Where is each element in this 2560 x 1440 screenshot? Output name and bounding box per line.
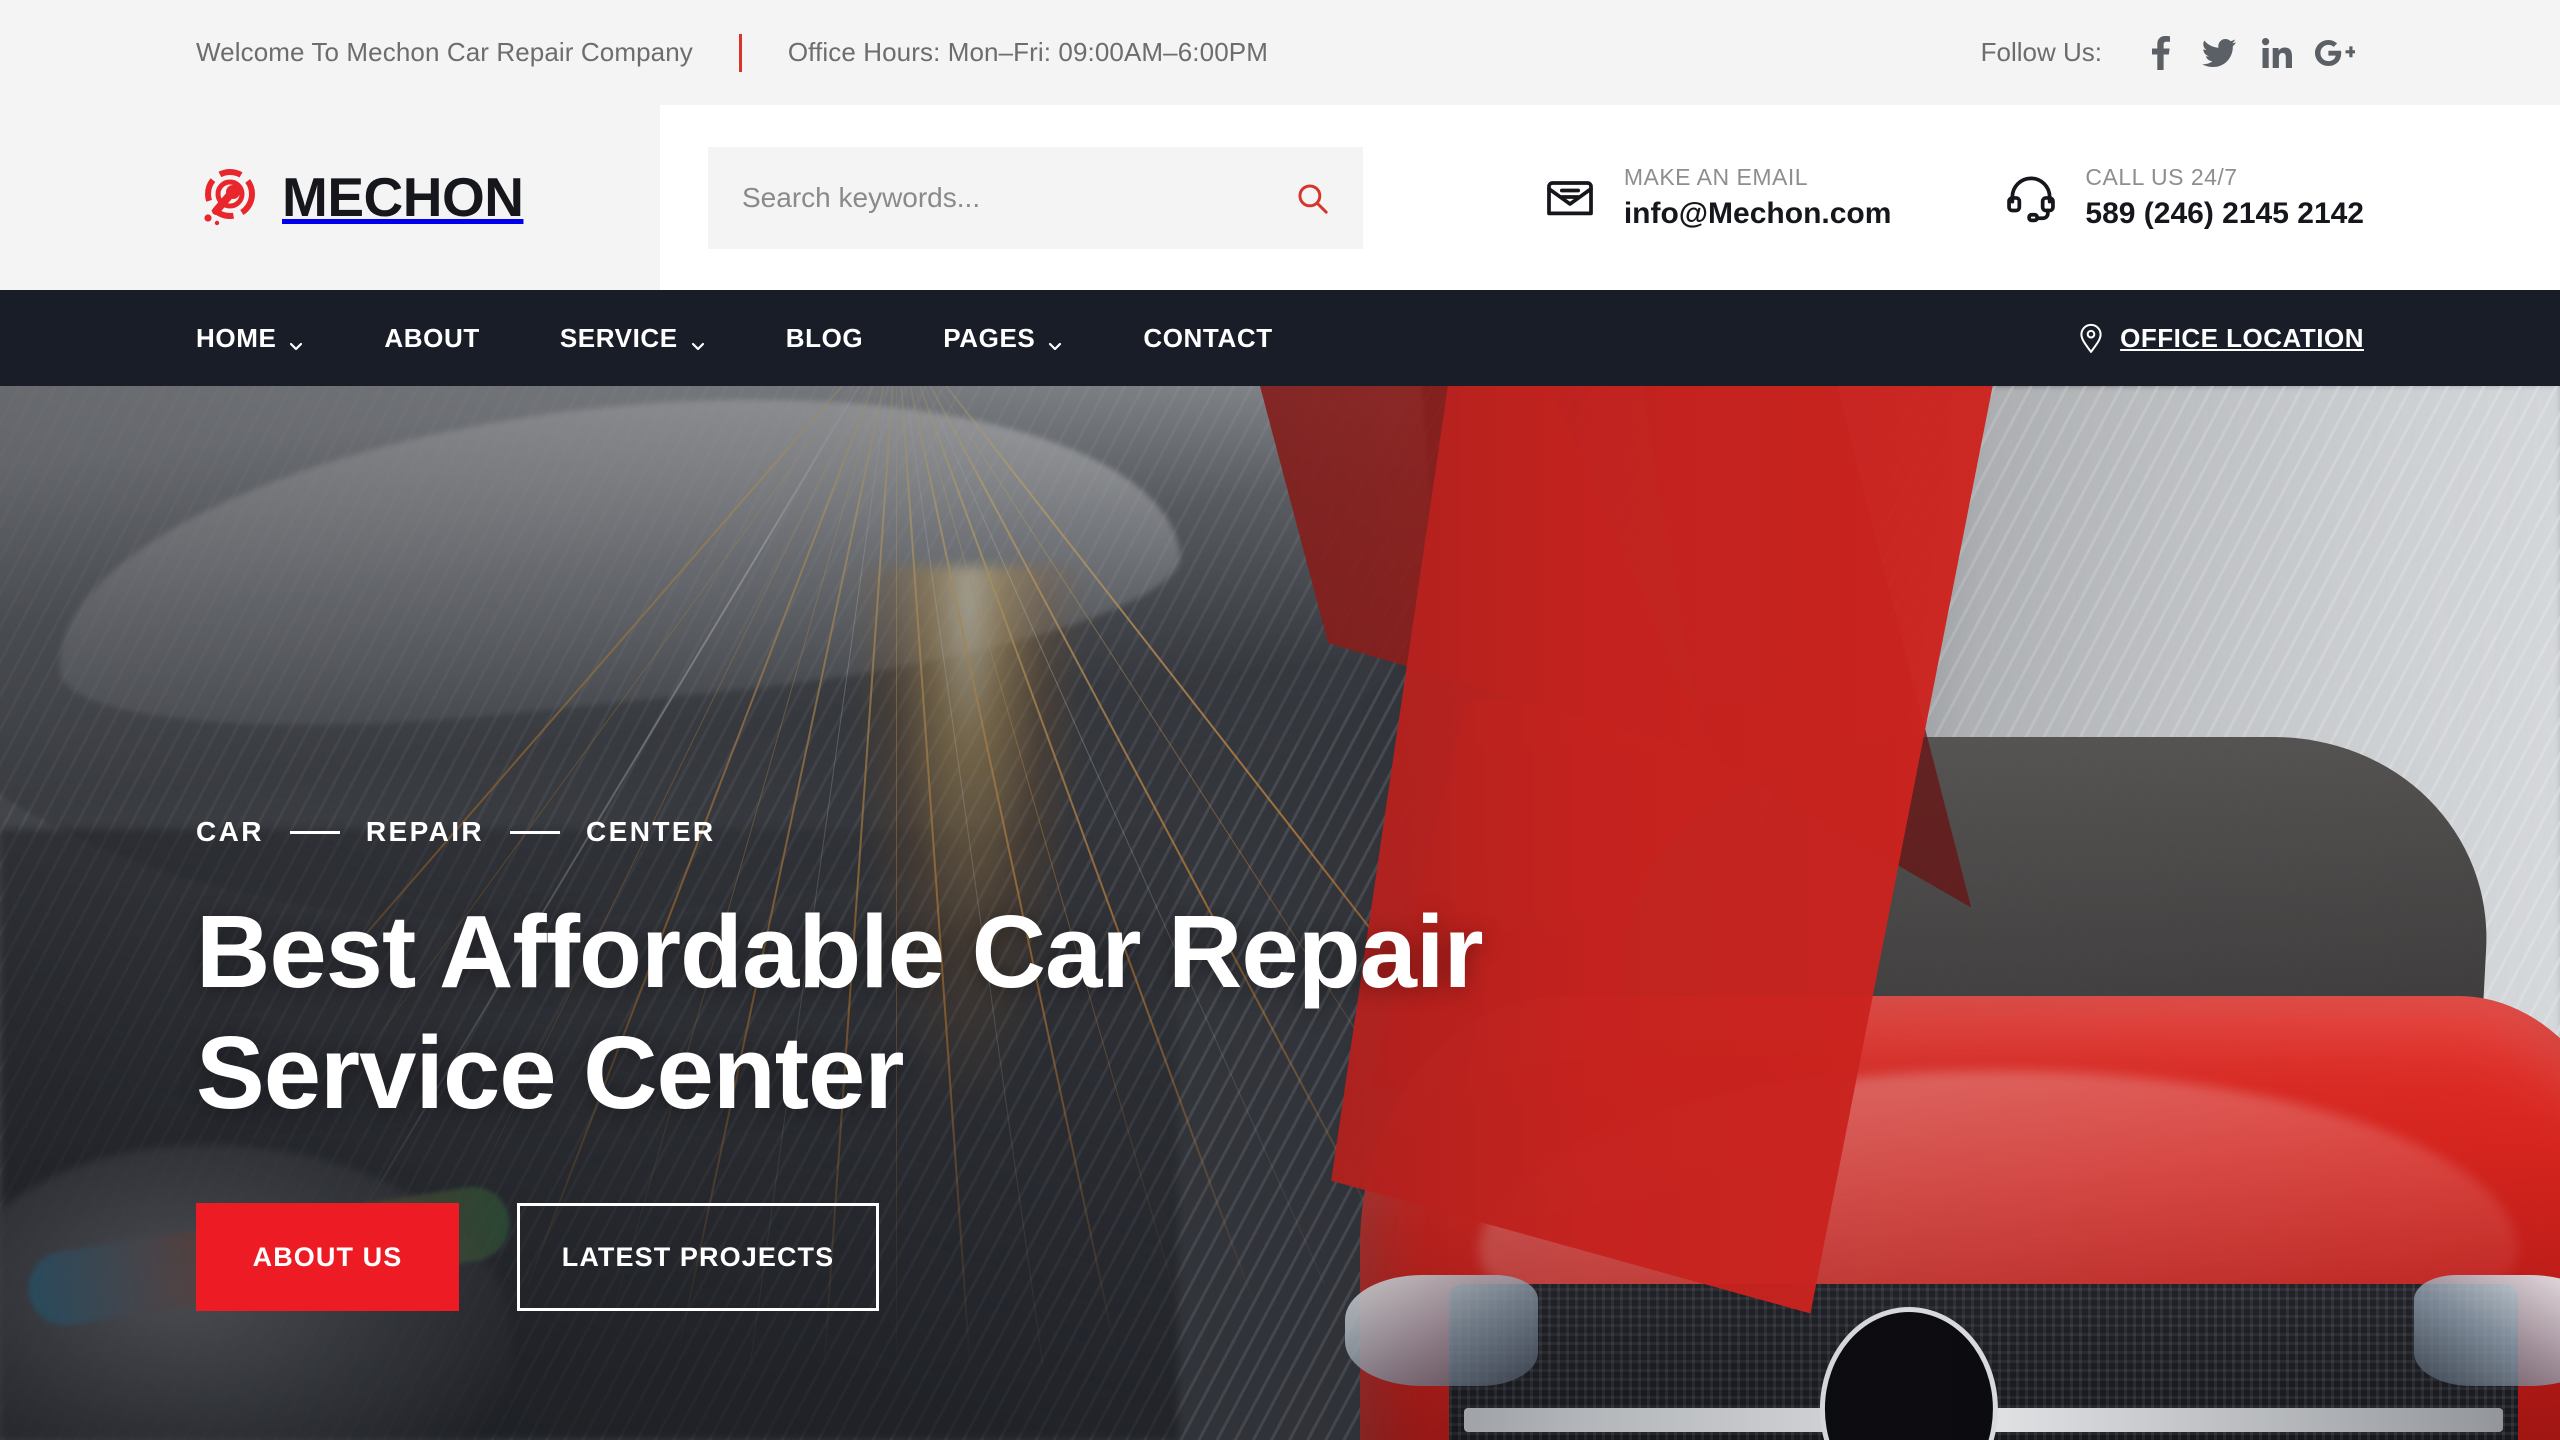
eyebrow-dash-icon (289, 830, 340, 834)
email-label: MAKE AN EMAIL (1623, 164, 1808, 191)
google-plus-icon[interactable] (2306, 31, 2364, 75)
logo-wordmark: MECHON (282, 166, 524, 228)
nav-item-service[interactable]: SERVICE (520, 323, 746, 354)
nav-item-home-label: HOME (196, 322, 277, 353)
search-icon[interactable] (1295, 181, 1329, 215)
nav-item-pages-label: PAGES (943, 322, 1036, 353)
nav-item-about-label: ABOUT (384, 322, 480, 353)
nav-items: HOME ABOUT SERVICE BLOG PAGES CONTACT (196, 323, 1313, 354)
nav-item-service-label: SERVICE (559, 322, 678, 353)
contact-phone[interactable]: CALL US 24/7 589 (246) 2145 2142 (2003, 162, 2364, 232)
social-links: Follow Us: (1981, 31, 2364, 75)
facebook-icon[interactable] (2132, 31, 2190, 75)
office-location-link[interactable]: OFFICE LOCATION (2078, 322, 2364, 354)
envelope-icon (1542, 169, 1598, 225)
nav-item-home[interactable]: HOME (196, 323, 344, 354)
hero-eyebrow-word-1: CAR (196, 816, 264, 847)
welcome-text: Welcome To Mechon Car Repair Company (196, 37, 693, 67)
hero-title: Best Affordable Car Repair Service Cente… (196, 894, 1484, 1130)
phone-label: CALL US 24/7 (2085, 164, 2238, 191)
site-logo[interactable]: MECHON (196, 166, 524, 230)
nav-item-blog[interactable]: BLOG (746, 323, 904, 354)
follow-us-label: Follow Us: (1980, 37, 2102, 67)
hero-banner: CAR REPAIR CENTER Best Affordable Car Re… (0, 386, 2560, 1440)
logo-pane: MECHON (0, 105, 660, 290)
topbar-divider (738, 33, 742, 72)
header-contacts: MAKE AN EMAIL info@Mechon.com CALL US 24… (1542, 162, 2364, 232)
about-us-button[interactable]: ABOUT US (196, 1203, 459, 1311)
nav-item-pages[interactable]: PAGES (903, 323, 1103, 354)
hero-actions: ABOUT US LATEST PROJECTS (196, 1203, 2560, 1311)
twitter-icon[interactable] (2190, 31, 2248, 75)
hero-eyebrow-word-2: REPAIR (365, 816, 484, 847)
chevron-down-icon (690, 330, 706, 351)
hero-eyebrow-word-3: CENTER (586, 816, 716, 847)
contact-email-text: MAKE AN EMAIL info@Mechon.com (1624, 162, 1892, 232)
nav-item-blog-label: BLOG (785, 322, 864, 353)
top-bar: Welcome To Mechon Car Repair Company Off… (0, 0, 2560, 105)
site-header: MECHON Search keywords... MAKE AN EMAIL … (0, 105, 2560, 290)
email-value: info@Mechon.com (1623, 196, 1892, 230)
nav-item-about[interactable]: ABOUT (344, 323, 519, 354)
header-right: MAKE AN EMAIL info@Mechon.com CALL US 24… (660, 105, 2560, 290)
phone-value: 589 (246) 2145 2142 (2085, 196, 2364, 230)
hero-content: CAR REPAIR CENTER Best Affordable Car Re… (0, 386, 2560, 1311)
top-bar-left: Welcome To Mechon Car Repair Company Off… (196, 33, 1268, 72)
nav-item-contact[interactable]: CONTACT (1103, 323, 1312, 354)
contact-phone-text: CALL US 24/7 589 (246) 2145 2142 (2085, 162, 2364, 232)
chevron-down-icon (1047, 330, 1063, 351)
main-navigation: HOME ABOUT SERVICE BLOG PAGES CONTACT OF… (0, 290, 2560, 386)
mechon-gear-icon (196, 166, 260, 230)
search-input[interactable] (742, 181, 1295, 214)
linkedin-icon[interactable] (2248, 31, 2306, 75)
office-hours-text: Office Hours: Mon–Fri: 09:00AM–6:00PM (787, 37, 1268, 67)
hero-eyebrow: CAR REPAIR CENTER (196, 816, 2560, 848)
map-pin-icon (2078, 322, 2104, 354)
office-location-label: OFFICE LOCATION (2120, 322, 2364, 353)
headset-icon (2003, 169, 2059, 225)
nav-item-contact-label: CONTACT (1143, 322, 1273, 353)
chevron-down-icon (288, 330, 304, 351)
contact-email[interactable]: MAKE AN EMAIL info@Mechon.com (1542, 162, 1892, 232)
latest-projects-button[interactable]: LATEST PROJECTS (517, 1203, 879, 1311)
search-box[interactable] (708, 146, 1363, 249)
eyebrow-dash-icon (510, 830, 560, 834)
